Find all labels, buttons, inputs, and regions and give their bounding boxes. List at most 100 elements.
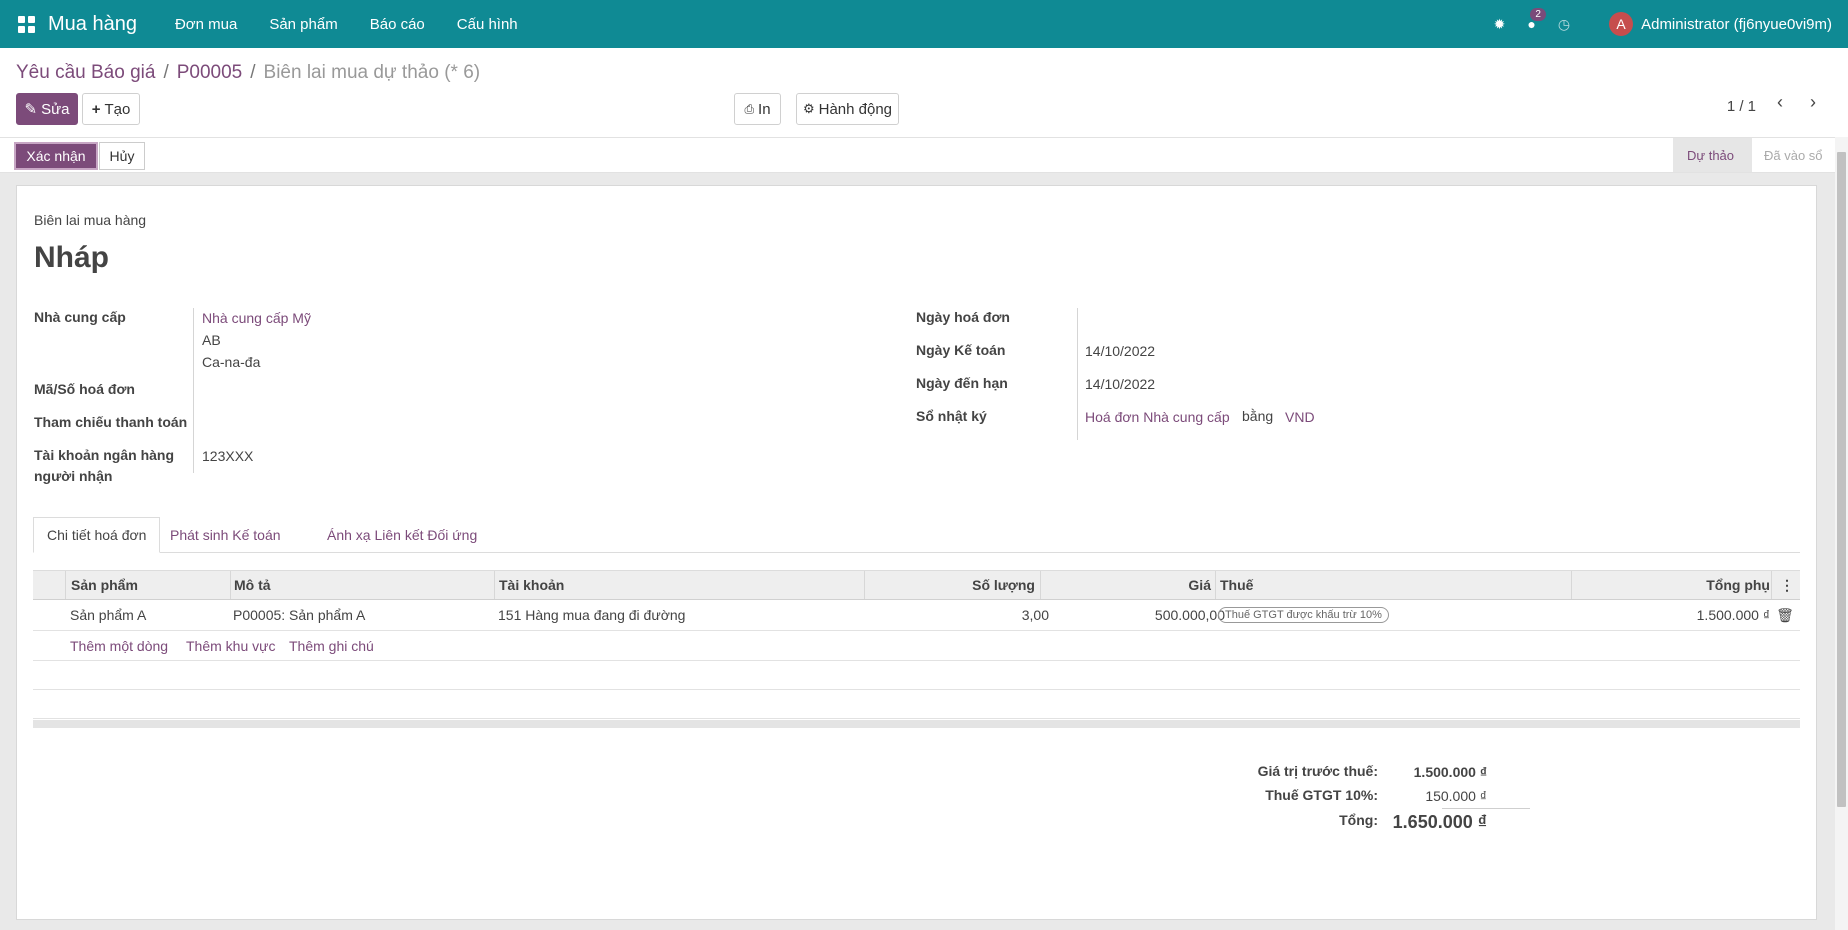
breadcrumb-current: Biên lai mua dự thảo (* 6) <box>263 62 481 83</box>
column-account[interactable]: Tài khoản <box>499 571 564 599</box>
top-navbar: Mua hàng Đơn mua Sản phẩm Báo cáo Cấu hì… <box>0 0 1848 48</box>
create-label: Tạo <box>104 100 131 118</box>
bank-account-label: Tài khoản ngân hàng người nhận <box>34 445 174 487</box>
add-section-link[interactable]: Thêm khu vực <box>186 638 276 654</box>
breadcrumb-p00005[interactable]: P00005 <box>177 62 243 84</box>
print-button[interactable]: ⎙ In <box>734 93 781 125</box>
vendor-link[interactable]: Nhà cung cấp Mỹ <box>202 310 311 326</box>
notebook-tabs: Chi tiết hoá đơn Phát sinh Kế toán Ánh x… <box>33 517 1800 553</box>
journal-link[interactable]: Hoá đơn Nhà cung cấp <box>1085 409 1230 425</box>
user-menu[interactable]: Administrator (fj6nyue0vi9m) <box>1641 16 1832 33</box>
accounting-date-value[interactable]: 14/10/2022 <box>1085 343 1155 359</box>
app-name[interactable]: Mua hàng <box>48 13 137 36</box>
printer-icon: ⎙ <box>744 101 755 116</box>
column-divider <box>1771 571 1772 599</box>
stage-draft: Dự thảo <box>1673 138 1753 172</box>
tax-tag[interactable]: Thuế GTGT được khấu trừ 10% <box>1218 607 1389 623</box>
menu-item-products[interactable]: Sản phẩm <box>269 16 337 33</box>
column-price[interactable]: Giá <box>1045 571 1211 599</box>
tab-journal-items[interactable]: Phát sinh Kế toán <box>170 517 281 553</box>
add-note-link[interactable]: Thêm ghi chú <box>289 638 374 654</box>
column-divider <box>1040 571 1041 599</box>
table-footer <box>33 720 1800 728</box>
row-quantity[interactable]: 3,00 <box>869 600 1049 630</box>
column-description[interactable]: Mô tả <box>234 571 271 599</box>
column-divider <box>1571 571 1572 599</box>
field-divider <box>193 308 194 473</box>
action-button[interactable]: ⚙ Hành động <box>796 93 899 125</box>
edit-button[interactable]: ✎ Sửa <box>16 93 78 125</box>
bank-account-label-line2: người nhận <box>34 468 113 484</box>
payment-ref-label: Tham chiếu thanh toán <box>34 414 188 430</box>
table-row[interactable]: Sản phẩm A P00005: Sản phẩm A 151 Hàng m… <box>33 600 1800 631</box>
vendor-label: Nhà cung cấp <box>34 309 126 325</box>
breadcrumb-separator: / <box>163 62 169 83</box>
column-product[interactable]: Sản phẩm <box>71 571 138 599</box>
invoice-date-label: Ngày hoá đơn <box>916 309 1010 325</box>
row-price[interactable]: 500.000,00 <box>1045 600 1225 630</box>
chat-icon[interactable]: ● 2 <box>1527 8 1546 32</box>
debug-bug-icon[interactable]: ✹ <box>1494 16 1506 33</box>
column-divider <box>230 571 231 599</box>
column-divider <box>494 571 495 599</box>
plus-icon: + <box>91 100 101 118</box>
apps-menu-icon[interactable] <box>14 12 38 36</box>
pager-value[interactable]: 1 / 1 <box>1727 98 1756 115</box>
avatar[interactable]: A <box>1609 12 1634 36</box>
activity-clock-icon[interactable]: ◷ <box>1558 16 1570 33</box>
create-button[interactable]: + Tạo <box>82 93 140 125</box>
bank-account-label-line1: Tài khoản ngân hàng <box>34 447 175 463</box>
breadcrumb-separator: / <box>250 62 256 83</box>
breadcrumb-rfq[interactable]: Yêu cầu Báo giá <box>16 62 155 84</box>
field-divider <box>1077 308 1078 440</box>
optional-columns-icon[interactable]: ⋮ <box>1780 571 1794 599</box>
status-bar: Xác nhận Hủy Dự thảo Đã vào sổ <box>0 137 1848 173</box>
empty-row <box>33 690 1800 719</box>
breadcrumb: Yêu cầu Báo giá / P00005 / Biên lai mua … <box>16 62 480 84</box>
edit-label: Sửa <box>41 100 70 118</box>
row-description[interactable]: P00005: Sản phẩm A <box>233 600 365 630</box>
bank-account-value[interactable]: 123XXX <box>202 448 253 464</box>
row-account[interactable]: 151 Hàng mua đang đi đường <box>498 600 685 630</box>
document-type: Biên lai mua hàng <box>34 212 147 228</box>
add-line-row: Thêm một dòng Thêm khu vực Thêm ghi chú <box>33 631 1800 661</box>
pager-previous-icon[interactable]: ‹ <box>1777 92 1783 113</box>
table-header: Sản phẩm Mô tả Tài khoản Số lượng Giá Th… <box>33 570 1800 600</box>
menu-item-purchase-orders[interactable]: Đơn mua <box>175 16 237 33</box>
scrollbar-thumb[interactable] <box>1837 152 1846 807</box>
action-label: Hành động <box>818 100 893 118</box>
tab-counterpart-mapping[interactable]: Ánh xạ Liên kết Đối ứng <box>327 517 477 553</box>
column-tax[interactable]: Thuế <box>1220 571 1253 599</box>
print-label: In <box>758 100 771 118</box>
accounting-date-label: Ngày Kế toán <box>916 342 1006 358</box>
column-divider <box>1215 571 1216 599</box>
cancel-button[interactable]: Hủy <box>99 142 145 170</box>
invoice-ref-label: Mã/Số hoá đơn <box>34 381 135 397</box>
untaxed-amount-value: 1.500.000 ₫ <box>1413 764 1487 780</box>
menu-item-configuration[interactable]: Cấu hình <box>457 16 518 33</box>
menu-item-reporting[interactable]: Báo cáo <box>370 16 425 33</box>
pencil-icon: ✎ <box>24 101 38 118</box>
column-quantity[interactable]: Số lượng <box>869 571 1035 599</box>
due-date-value[interactable]: 14/10/2022 <box>1085 376 1155 392</box>
currency-link[interactable]: VND <box>1285 409 1315 425</box>
row-product[interactable]: Sản phẩm A <box>70 600 146 630</box>
column-divider <box>864 571 865 599</box>
row-subtotal: 1.500.000 ₫ <box>1696 607 1770 623</box>
column-subtotal[interactable]: Tổng phụ <box>1575 571 1770 599</box>
due-date-label: Ngày đến hạn <box>916 375 1008 391</box>
tax-amount-value: 150.000 ₫ <box>1425 788 1487 804</box>
tab-invoice-lines[interactable]: Chi tiết hoá đơn <box>33 517 161 553</box>
row-tax[interactable]: Thuế GTGT được khấu trừ 10% <box>1218 600 1389 630</box>
pager-next-icon[interactable]: › <box>1810 92 1816 113</box>
trash-icon[interactable]: 🗑 <box>1775 600 1795 630</box>
totals-divider <box>1442 808 1530 809</box>
vendor-country: Ca-na-đa <box>202 354 261 370</box>
confirm-button[interactable]: Xác nhận <box>14 142 98 170</box>
total-value: 1.650.000 ₫ <box>1392 812 1487 832</box>
chat-count-badge: 2 <box>1530 8 1546 21</box>
document-title: Nháp <box>34 241 109 274</box>
journal-label: Sổ nhật ký <box>916 408 987 424</box>
add-line-link[interactable]: Thêm một dòng <box>70 638 168 654</box>
control-panel: Yêu cầu Báo giá / P00005 / Biên lai mua … <box>0 48 1848 137</box>
